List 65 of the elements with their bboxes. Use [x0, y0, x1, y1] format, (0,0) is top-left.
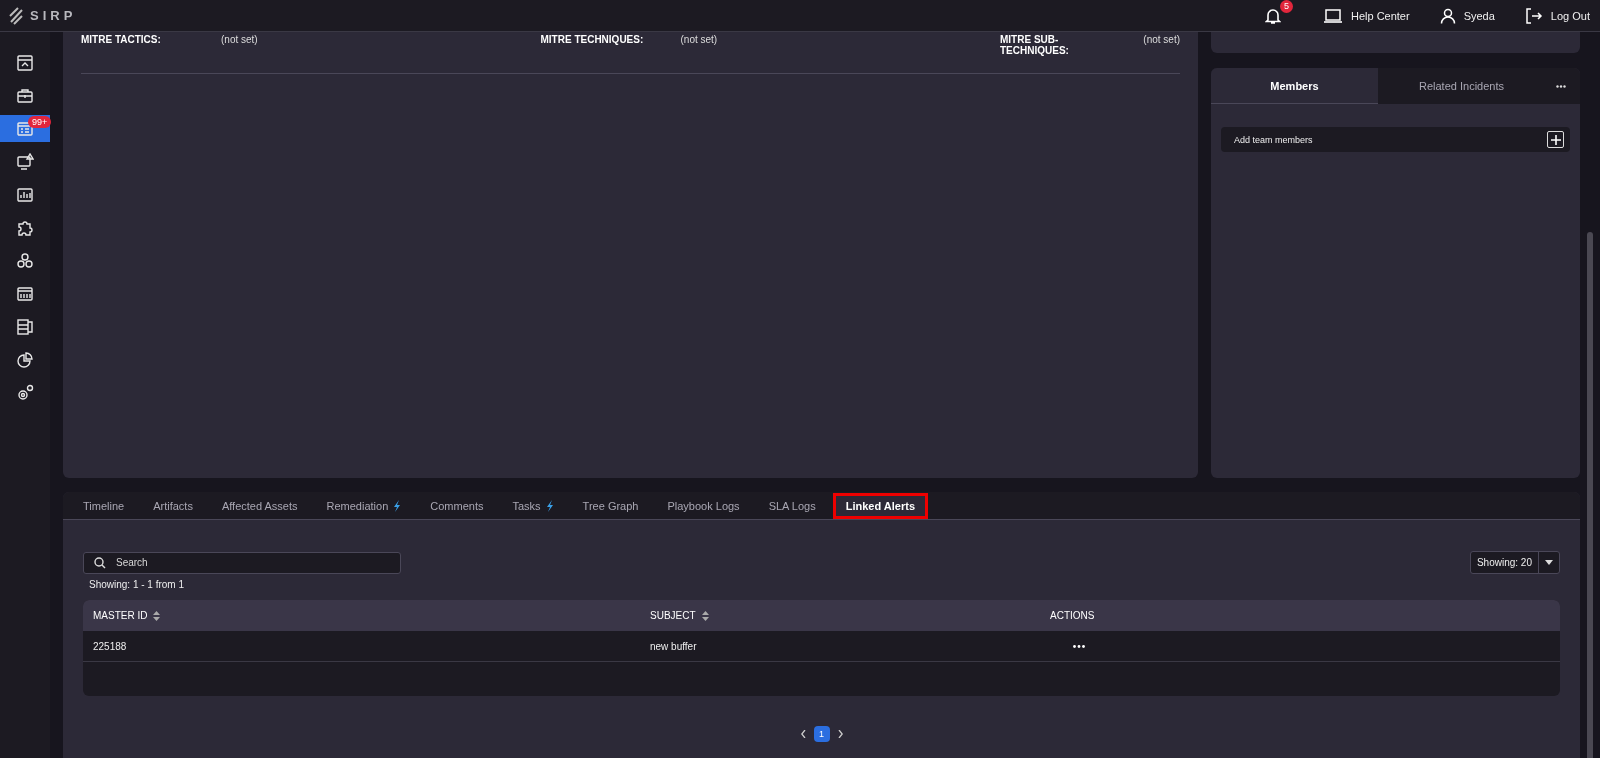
panel-tab[interactable]: Related Incidents	[1378, 68, 1545, 104]
laptop-icon	[1322, 7, 1343, 24]
monitor-alert-icon	[16, 152, 34, 171]
logout-icon	[1524, 7, 1543, 24]
dashboard-icon	[16, 53, 34, 72]
tab[interactable]: Comments	[418, 494, 496, 517]
table-cell-text: new buffer	[650, 640, 698, 652]
help-center-link[interactable]: Help Center	[1322, 7, 1410, 24]
puzzle-icon	[16, 218, 34, 237]
search-input[interactable]: Search	[114, 556, 390, 569]
tab[interactable]: Remediation	[314, 494, 414, 517]
plus-icon	[1550, 134, 1561, 145]
tab[interactable]: Tree Graph	[570, 494, 651, 517]
tab[interactable]: Timeline	[71, 494, 137, 517]
field-value: (not set)	[1143, 34, 1180, 47]
circles-icon	[16, 251, 34, 270]
add-button[interactable]	[1547, 131, 1564, 148]
pie-chart-icon	[16, 350, 34, 369]
field-label: MITRE SUB-TECHNIQUES:	[1000, 34, 1070, 56]
user-menu[interactable]: Syeda	[1439, 7, 1495, 24]
more-icon	[1073, 644, 1085, 648]
tab[interactable]: Affected Assets	[209, 494, 310, 517]
page-button[interactable]: 1	[813, 726, 830, 742]
previous-page-button[interactable]	[798, 728, 808, 740]
search-field[interactable]: Search	[83, 551, 401, 574]
caret-icon	[1545, 560, 1553, 565]
server-icon	[16, 317, 34, 336]
sort-icon[interactable]	[701, 610, 709, 621]
chevron-right-icon	[837, 730, 843, 738]
user-icon	[1439, 7, 1456, 24]
logo-text: SIRP	[30, 8, 77, 23]
column-header[interactable]: MASTER ID	[83, 610, 650, 621]
column-header[interactable]: SUBJECT	[650, 610, 1050, 621]
field-value: (not set)	[221, 34, 258, 47]
column-header[interactable]: ACTIONS	[1050, 610, 1140, 621]
lightning-icon	[545, 499, 554, 512]
logo-icon	[8, 6, 24, 25]
briefcase-icon	[16, 86, 34, 105]
notifications-button[interactable]	[1262, 6, 1283, 25]
search-icon	[94, 556, 106, 569]
tab[interactable]: Artifacts	[141, 494, 205, 517]
panel-icon	[16, 284, 34, 303]
tab[interactable]: Linked Alerts	[832, 492, 928, 519]
table-cell-text: 225188	[92, 640, 128, 652]
chevron-left-icon	[800, 730, 806, 738]
list-icon	[16, 119, 34, 138]
page-size-dropdown[interactable]: Showing: 20	[1469, 551, 1560, 574]
settings-icon	[16, 383, 34, 402]
tab[interactable]: Playbook Logs	[655, 494, 752, 517]
add-members-label: Add team members	[1234, 134, 1313, 145]
bar-chart-icon	[16, 185, 34, 204]
panel-tab[interactable]: Members	[1211, 68, 1378, 104]
logout-link[interactable]: Log Out	[1524, 7, 1590, 24]
sidebar-item[interactable]: 99+	[0, 115, 50, 142]
results-count: Showing: 1 - 1 from 1	[89, 579, 186, 590]
tab[interactable]: Tasks	[500, 494, 566, 517]
lightning-icon	[393, 499, 402, 512]
more-icon	[1556, 84, 1566, 88]
count-badge: 99+	[28, 116, 52, 128]
field-label: MITRE TACTICS:	[81, 34, 162, 47]
notification-count: 5	[1279, 0, 1293, 13]
sort-icon[interactable]	[153, 610, 161, 621]
field-label: MITRE TECHNIQUES:	[540, 34, 645, 47]
tab[interactable]: SLA Logs	[756, 494, 828, 517]
field-value: (not set)	[680, 34, 718, 47]
